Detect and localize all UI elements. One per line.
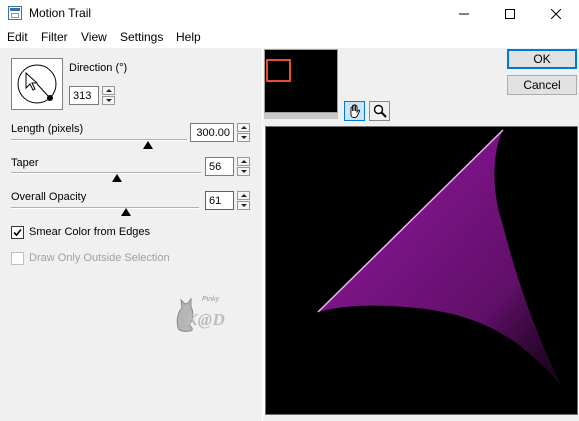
spin-up-icon[interactable] bbox=[102, 86, 115, 95]
slider-track bbox=[11, 172, 201, 174]
spin-up-icon[interactable] bbox=[237, 157, 250, 166]
taper-slider[interactable] bbox=[11, 168, 201, 184]
spin-down-icon[interactable] bbox=[102, 96, 115, 105]
draw-only-checkbox[interactable] bbox=[11, 252, 24, 265]
spin-down-icon[interactable] bbox=[237, 167, 250, 176]
watermark-logo: Pinky K@D bbox=[172, 294, 244, 334]
opacity-value: 61 bbox=[209, 194, 222, 207]
checkmark-icon bbox=[13, 228, 22, 237]
smear-label: Smear Color from Edges bbox=[29, 226, 151, 238]
slider-thumb[interactable] bbox=[120, 208, 131, 216]
direction-spinner[interactable] bbox=[102, 86, 115, 105]
maximize-icon bbox=[505, 9, 515, 19]
spin-up-icon[interactable] bbox=[237, 123, 250, 132]
opacity-spinner[interactable] bbox=[237, 191, 250, 210]
window-title: Motion Trail bbox=[29, 6, 92, 20]
taper-input[interactable]: 56 bbox=[205, 157, 234, 176]
watermark-text: K@D bbox=[186, 310, 226, 329]
direction-label: Direction (°) bbox=[69, 62, 128, 74]
close-button[interactable] bbox=[533, 0, 579, 28]
watermark-small-text: Pinky bbox=[202, 296, 220, 303]
navigator-view-rect[interactable] bbox=[266, 59, 291, 82]
length-input[interactable]: 300.00 bbox=[190, 123, 234, 142]
minimize-button[interactable] bbox=[441, 0, 487, 28]
taper-spinner[interactable] bbox=[237, 157, 250, 176]
menu-help[interactable]: Help bbox=[176, 30, 201, 44]
cancel-button[interactable]: Cancel bbox=[507, 75, 577, 95]
smear-checkbox[interactable] bbox=[11, 226, 24, 239]
close-icon bbox=[551, 9, 561, 19]
slider-thumb[interactable] bbox=[143, 141, 154, 149]
preview-canvas[interactable] bbox=[265, 126, 578, 415]
minimize-icon bbox=[459, 13, 469, 15]
menu-filter[interactable]: Filter bbox=[41, 30, 68, 44]
pan-tool-button[interactable] bbox=[344, 101, 365, 121]
hand-icon bbox=[350, 104, 360, 118]
opacity-input[interactable]: 61 bbox=[205, 191, 234, 210]
navigator-strip bbox=[264, 113, 338, 119]
menu-edit[interactable]: Edit bbox=[7, 30, 28, 44]
taper-value: 56 bbox=[209, 160, 222, 173]
app-icon bbox=[8, 6, 22, 20]
spin-up-icon[interactable] bbox=[237, 191, 250, 200]
slider-thumb[interactable] bbox=[112, 174, 123, 182]
bottom-strip bbox=[263, 415, 579, 421]
length-spinner[interactable] bbox=[237, 123, 250, 142]
ok-button[interactable]: OK bbox=[507, 49, 577, 69]
direction-value: 313 bbox=[73, 89, 92, 102]
direction-input[interactable]: 313 bbox=[69, 86, 99, 105]
dial-icon bbox=[17, 64, 57, 104]
spin-down-icon[interactable] bbox=[237, 201, 250, 210]
slider-track bbox=[11, 139, 187, 141]
menu-view[interactable]: View bbox=[81, 30, 107, 44]
magnifier-icon bbox=[373, 104, 387, 118]
menu-settings[interactable]: Settings bbox=[120, 30, 163, 44]
draw-only-label: Draw Only Outside Selection bbox=[29, 252, 170, 264]
opacity-slider[interactable] bbox=[11, 202, 199, 218]
direction-dial[interactable] bbox=[11, 58, 63, 110]
length-slider[interactable] bbox=[11, 134, 187, 150]
length-value: 300.00 bbox=[196, 126, 230, 139]
slider-track bbox=[11, 207, 199, 209]
zoom-tool-button[interactable] bbox=[369, 101, 390, 121]
spin-down-icon[interactable] bbox=[237, 133, 250, 142]
motion-trail-preview bbox=[317, 129, 562, 387]
maximize-button[interactable] bbox=[487, 0, 533, 28]
